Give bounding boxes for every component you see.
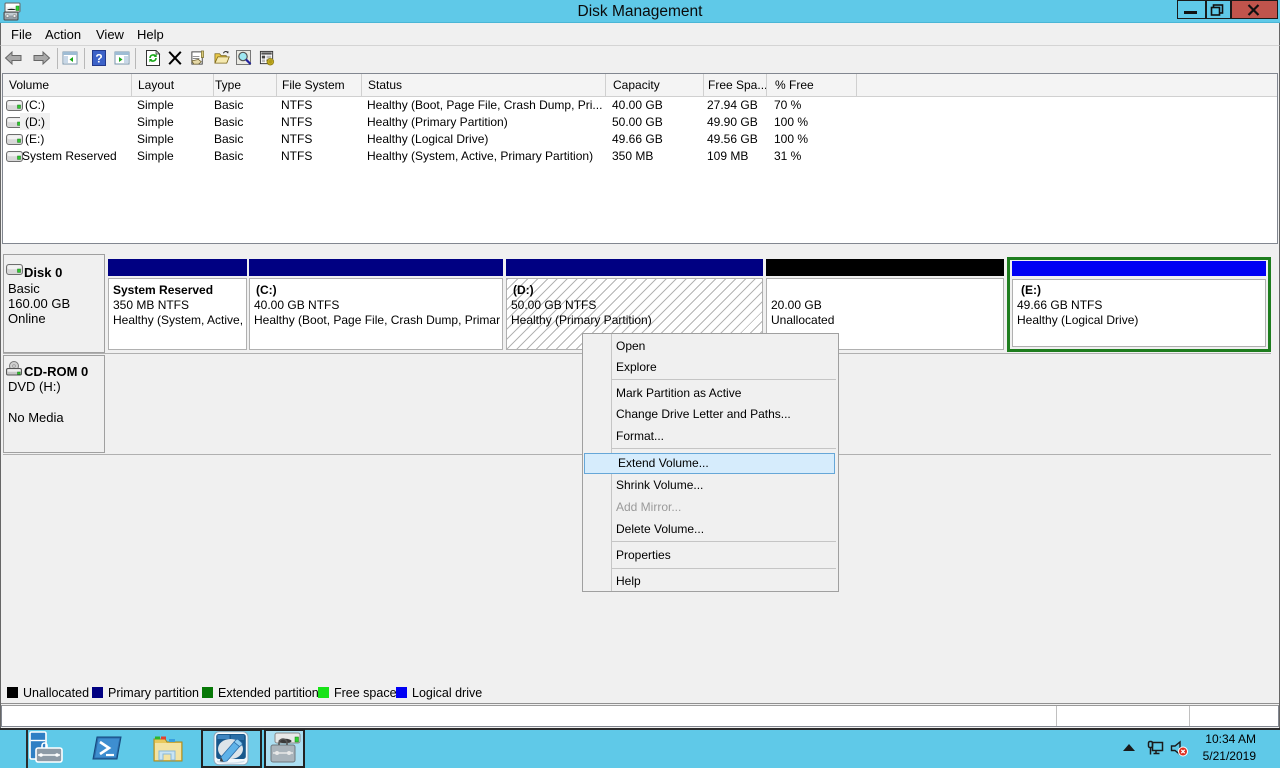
svg-text:?: ? bbox=[95, 52, 102, 66]
